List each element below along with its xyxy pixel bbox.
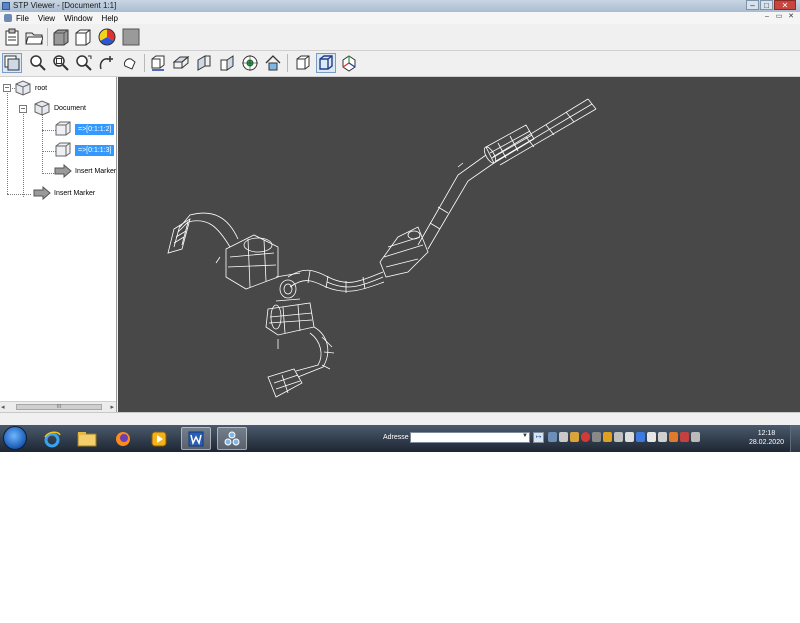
tray-display-icon[interactable] — [614, 432, 623, 442]
system-tray — [548, 432, 700, 442]
view-toolbar — [0, 51, 800, 77]
minimize-button[interactable]: – — [746, 0, 759, 10]
display-wireframe-icon[interactable] — [316, 53, 336, 73]
tree-node-marker-root[interactable]: Insert Marker — [33, 186, 95, 200]
3d-viewport[interactable] — [118, 77, 800, 412]
display-axes-icon[interactable] — [339, 53, 359, 73]
app-icon — [2, 2, 10, 10]
scroll-right-icon[interactable]: ▸ — [110, 403, 114, 411]
menu-view[interactable]: View — [38, 14, 55, 23]
arrow-right-icon — [33, 186, 51, 200]
address-input[interactable] — [410, 432, 530, 443]
tray-update-icon[interactable] — [669, 432, 678, 442]
tray-volume-icon[interactable] — [625, 432, 634, 442]
doc-close-button[interactable]: ✕ — [786, 12, 796, 22]
arrow-right-icon — [54, 164, 72, 178]
address-label: Adresse — [383, 434, 409, 441]
firefox-icon[interactable] — [108, 427, 138, 450]
root-expander[interactable]: − — [3, 84, 11, 92]
view-axo-icon[interactable] — [240, 53, 260, 73]
document-icon[interactable] — [4, 14, 12, 22]
taskbar: Adresse ▼ ↦ 12:18 28.02.2020 — [0, 425, 800, 452]
select-icon[interactable] — [2, 53, 22, 73]
menu-window[interactable]: Window — [64, 14, 92, 23]
tree-label-marker-child: Insert Marker — [75, 167, 117, 175]
tree-node-marker-child[interactable]: Insert Marker — [54, 164, 116, 178]
part-icon — [55, 142, 71, 157]
address-go-icon[interactable]: ↦ — [533, 432, 544, 443]
title-bar[interactable]: STP Viewer - [Document 1:1] – □ ✕ — [0, 0, 800, 12]
view-right-icon[interactable] — [217, 53, 237, 73]
view-top-icon[interactable] — [171, 53, 191, 73]
tray-lock-icon[interactable] — [559, 432, 568, 442]
exhaust-wireframe — [167, 98, 597, 398]
document-window-controls: – ▭ ✕ — [762, 12, 796, 22]
explorer-icon[interactable] — [72, 427, 102, 450]
clock[interactable]: 12:18 28.02.2020 — [749, 429, 784, 447]
tree-label-marker-root: Insert Marker — [54, 189, 96, 197]
clock-time: 12:18 — [757, 430, 776, 437]
tray-bluetooth-icon[interactable] — [636, 432, 645, 442]
display-shaded-icon[interactable] — [293, 53, 313, 73]
tree-node-shape-1[interactable]: =>[0:1:1:2] — [54, 120, 115, 138]
tree-node-document[interactable]: Document — [33, 99, 86, 117]
tree-label-shape-1: =>[0:1:1:2] — [75, 123, 115, 135]
word-icon[interactable] — [181, 427, 211, 450]
open-folder-icon[interactable] — [24, 27, 44, 47]
tree-label-root: root — [35, 84, 48, 92]
start-button[interactable] — [3, 426, 27, 450]
assembly-icon — [34, 100, 50, 116]
zoom-icon[interactable] — [28, 53, 48, 73]
close-button[interactable]: ✕ — [774, 0, 796, 10]
zoom-window-icon[interactable] — [51, 53, 71, 73]
view-front-icon[interactable] — [148, 53, 168, 73]
tray-network-icon[interactable] — [548, 432, 557, 442]
tree-node-root[interactable]: root — [14, 79, 47, 97]
model-tree: − root − Document =>[0:1:1:2] =>[0:1:1:3… — [0, 77, 117, 412]
doc-restore-button[interactable]: ▭ — [774, 12, 784, 22]
tree-node-shape-2[interactable]: =>[0:1:1:3] — [54, 141, 115, 159]
paste-icon[interactable] — [2, 27, 22, 47]
tree-label-shape-2: =>[0:1:1:3] — [75, 144, 115, 156]
tray-tool-icon[interactable] — [592, 432, 601, 442]
window-title: STP Viewer - [Document 1:1] — [13, 1, 117, 10]
ie-icon[interactable] — [37, 427, 67, 450]
tray-monitor-icon[interactable] — [658, 432, 667, 442]
tray-battery-icon[interactable] — [691, 432, 700, 442]
zoom-in-out-icon[interactable] — [97, 53, 117, 73]
view-left-icon[interactable] — [194, 53, 214, 73]
show-desktop-button[interactable] — [790, 425, 800, 452]
part-icon — [55, 121, 71, 136]
stp-viewer-window: STP Viewer - [Document 1:1] – □ ✕ File V… — [0, 0, 800, 426]
menu-bar: File View Window Help — [0, 12, 800, 24]
tray-signal-icon[interactable] — [647, 432, 656, 442]
scroll-thumb[interactable]: III — [16, 404, 102, 410]
color-wheel-icon[interactable] — [97, 27, 117, 47]
address-dropdown-icon[interactable]: ▼ — [522, 433, 528, 439]
tray-warning-icon[interactable] — [603, 432, 612, 442]
media-player-icon[interactable] — [144, 427, 174, 450]
scroll-left-icon[interactable]: ◂ — [1, 403, 5, 411]
menu-help[interactable]: Help — [102, 14, 118, 23]
clock-date: 28.02.2020 — [748, 439, 784, 446]
doc-minimize-button[interactable]: – — [762, 12, 772, 22]
pan-icon[interactable] — [120, 53, 140, 73]
tray-antivirus-icon[interactable] — [581, 432, 590, 442]
tree-label-document: Document — [54, 104, 86, 112]
status-bar — [0, 412, 800, 426]
stp-viewer-task-icon[interactable] — [217, 427, 247, 450]
view-home-icon[interactable] — [263, 53, 283, 73]
file-toolbar — [0, 25, 800, 51]
maximize-button[interactable]: □ — [760, 0, 773, 10]
material-icon[interactable] — [121, 27, 141, 47]
window-controls: – □ ✕ — [746, 0, 796, 11]
shaded-box-icon[interactable] — [51, 27, 71, 47]
tray-printer-icon[interactable] — [570, 432, 579, 442]
assembly-icon — [15, 80, 31, 96]
wire-box-icon[interactable] — [73, 27, 93, 47]
menu-file[interactable]: File — [16, 14, 29, 23]
tray-mail-icon[interactable] — [680, 432, 689, 442]
zoom-fit-icon[interactable] — [74, 53, 94, 73]
document-expander[interactable]: − — [19, 105, 27, 113]
